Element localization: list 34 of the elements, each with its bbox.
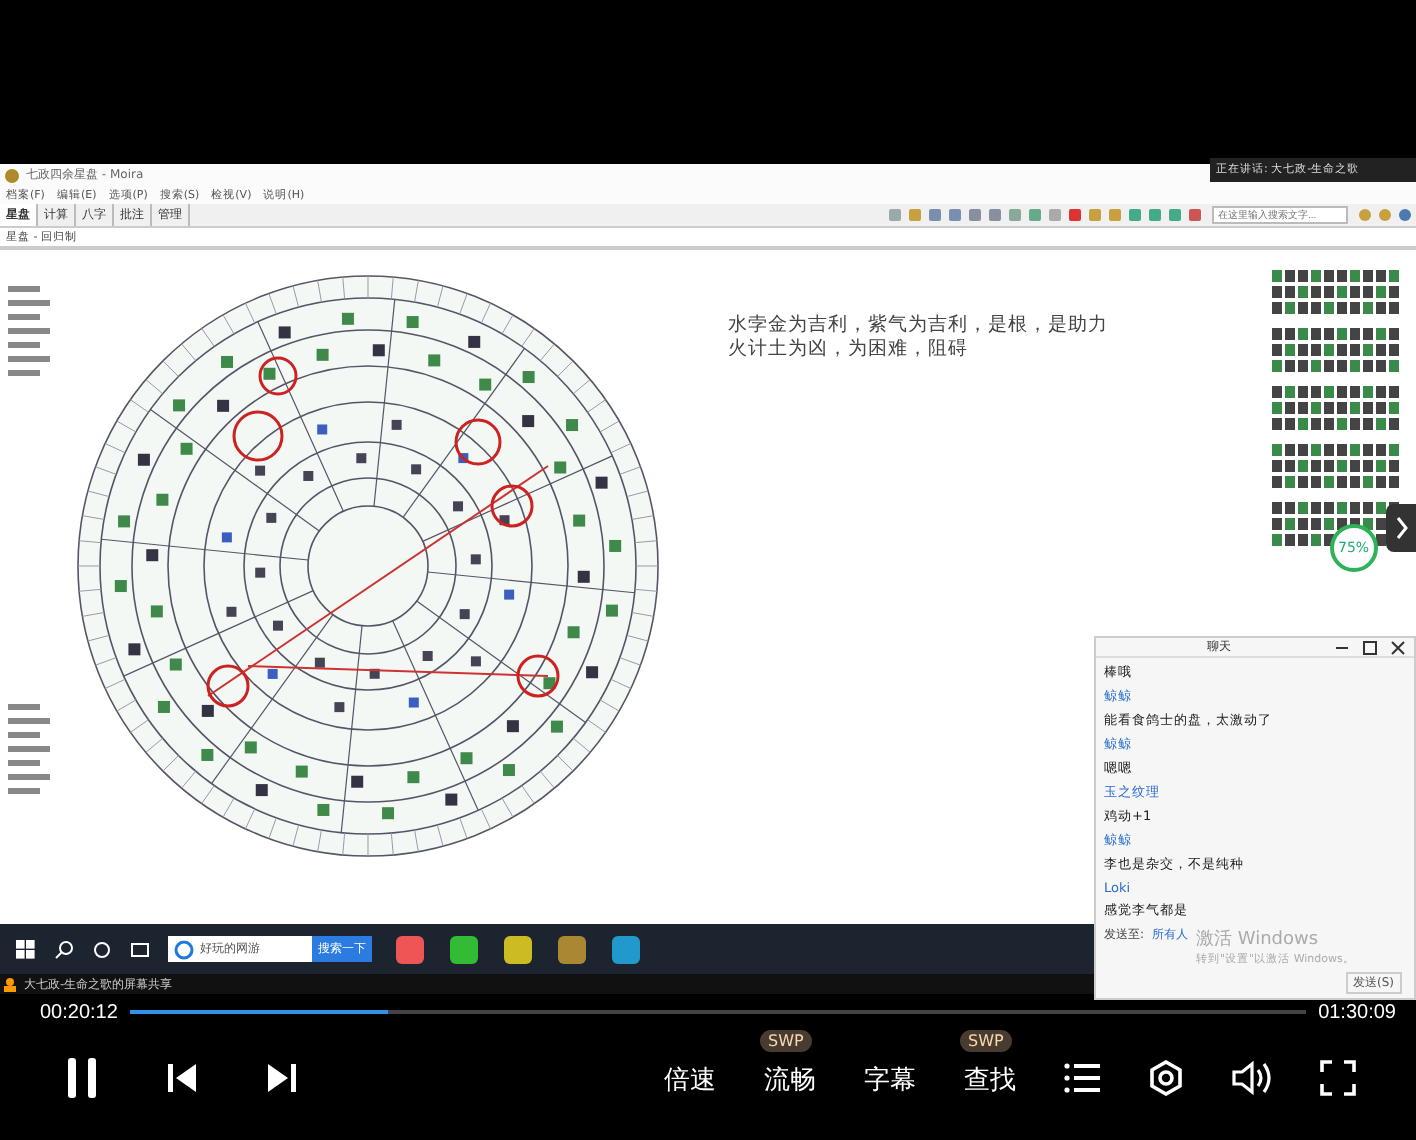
person-icon [2,976,18,992]
total-time: 01:30:09 [1318,1001,1396,1023]
list-icon[interactable] [1064,1061,1100,1093]
settings-icon[interactable] [1148,1059,1184,1095]
close-icon[interactable] [1390,639,1406,656]
elapsed-time: 00:20:12 [40,1001,118,1023]
search-icon [54,939,74,959]
task-view-icon [130,939,150,959]
volume-icon[interactable] [1232,1059,1272,1095]
circle-icon [92,939,112,959]
chevron-icon [1393,516,1409,540]
next-arrow-button[interactable] [1386,504,1416,552]
option-badge: SWP [760,1029,812,1051]
note-text: 水孛金为吉利，紫气为吉利，是根，是助力 火计土为凶，为困难，阻碍 [728,314,1110,362]
player-option[interactable]: 字幕 [864,1065,916,1095]
browser-icon [174,939,194,959]
pause-icon[interactable] [66,1055,98,1099]
app-icon [4,167,20,183]
player-option[interactable]: 查找 [964,1065,1016,1095]
progress-ring [1328,522,1380,574]
windows-start-icon [16,939,36,959]
taskbar-app-icon[interactable] [448,933,480,965]
player-option[interactable]: 倍速 [664,1065,716,1095]
skip-forward-icon[interactable] [266,1061,298,1093]
fullscreen-icon[interactable] [1320,1059,1356,1095]
taskbar-app-icon[interactable] [394,933,426,965]
skip-back-icon[interactable] [166,1061,198,1093]
option-badge: SWP [960,1029,1012,1051]
taskbar-app-icon[interactable] [556,933,588,965]
maximize-icon[interactable] [1362,639,1378,656]
activation-title: 激活 Windows [1196,927,1321,953]
taskbar-app-icon[interactable] [610,933,642,965]
taskbar-app-icon[interactable] [502,933,534,965]
player-option[interactable]: 流畅 [764,1065,816,1095]
